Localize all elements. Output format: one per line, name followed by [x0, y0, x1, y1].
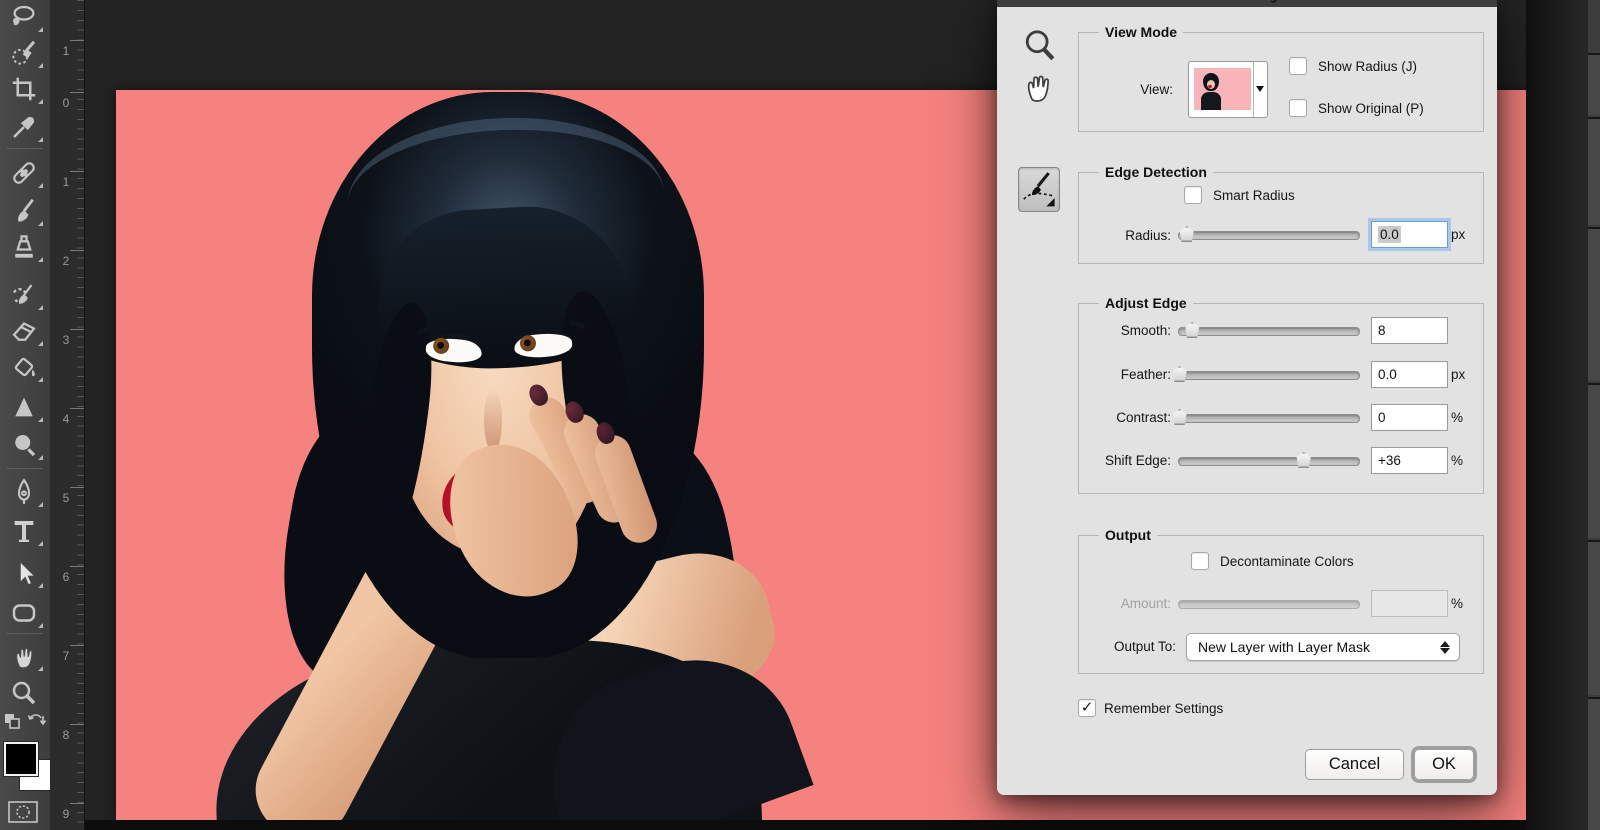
shift-edge-slider[interactable]	[1178, 457, 1360, 466]
eraser-tool-icon[interactable]	[9, 316, 39, 346]
select-updown-icon	[1440, 639, 1450, 656]
path-selection-tool-icon[interactable]	[9, 558, 39, 588]
lasso-tool-icon[interactable]	[9, 2, 39, 32]
dialog-zoom-tool-icon[interactable]	[1023, 28, 1057, 69]
adjust-edge-legend: Adjust Edge	[1099, 295, 1193, 311]
dialog-titlebar[interactable]: Refine Edge	[997, 0, 1497, 7]
output-to-label: Output To:	[1084, 639, 1176, 654]
cancel-button[interactable]: Cancel	[1305, 749, 1404, 780]
smart-radius-checkbox[interactable]	[1184, 186, 1202, 204]
smooth-label: Smooth:	[1089, 323, 1171, 338]
paint-bucket-tool-icon[interactable]	[9, 352, 39, 382]
crop-tool-icon[interactable]	[9, 74, 39, 104]
photoshop-workspace: 1 0 1 2 3 4 5 6 7 8 9	[0, 0, 1600, 830]
dropdown-arrow[interactable]	[1253, 62, 1267, 117]
show-radius-checkbox[interactable]	[1289, 57, 1307, 75]
sharpen-tool-icon[interactable]	[9, 392, 39, 422]
pen-tool-icon[interactable]	[9, 477, 39, 507]
ruler-minor-ticks	[77, 0, 84, 830]
radius-unit: px	[1451, 227, 1465, 242]
shift-edge-label: Shift Edge:	[1089, 453, 1171, 468]
zoom-tool-icon[interactable]	[9, 678, 39, 708]
view-thumbnail	[1194, 68, 1251, 110]
smooth-field[interactable]: 8	[1371, 317, 1448, 344]
feather-slider[interactable]	[1178, 371, 1360, 380]
swap-colors-icon[interactable]	[2, 710, 48, 740]
smooth-slider[interactable]	[1178, 327, 1360, 336]
radius-slider-knob[interactable]	[1178, 226, 1195, 242]
dodge-tool-icon[interactable]	[9, 430, 39, 460]
clone-stamp-tool-icon[interactable]	[9, 232, 39, 262]
radius-label: Radius:	[1089, 228, 1171, 243]
feather-field[interactable]: 0.0	[1371, 361, 1448, 388]
contrast-slider-knob[interactable]	[1171, 409, 1188, 425]
tool-palette	[0, 0, 51, 830]
brush-tool-icon[interactable]	[9, 196, 39, 226]
smooth-slider-knob[interactable]	[1184, 322, 1201, 338]
edge-detection-legend: Edge Detection	[1099, 164, 1213, 180]
remember-settings-label: Remember Settings	[1104, 701, 1223, 716]
amount-field	[1371, 590, 1448, 617]
shift-edge-field[interactable]: +36	[1371, 447, 1448, 474]
show-radius-label: Show Radius (J)	[1318, 59, 1417, 74]
output-to-value: New Layer with Layer Mask	[1198, 639, 1370, 655]
amount-label: Amount:	[1089, 596, 1171, 611]
output-legend: Output	[1099, 527, 1157, 543]
quick-selection-tool-icon[interactable]	[9, 38, 39, 68]
decontaminate-checkbox[interactable]	[1191, 552, 1209, 570]
quick-mask-icon[interactable]	[7, 800, 37, 830]
radius-field[interactable]: 0.0	[1371, 221, 1448, 248]
contrast-field[interactable]: 0	[1371, 404, 1448, 431]
amount-slider	[1178, 600, 1360, 609]
amount-unit: %	[1451, 596, 1463, 611]
contrast-slider[interactable]	[1178, 414, 1360, 423]
view-label: View:	[1109, 82, 1173, 97]
shift-edge-slider-knob[interactable]	[1295, 452, 1312, 468]
feather-slider-knob[interactable]	[1171, 366, 1188, 382]
shape-tool-icon[interactable]	[9, 598, 39, 628]
smart-radius-label: Smart Radius	[1213, 188, 1295, 203]
vertical-ruler: 1 0 1 2 3 4 5 6 7 8 9	[51, 0, 85, 830]
decontaminate-label: Decontaminate Colors	[1220, 554, 1354, 569]
view-mode-group: View Mode View: Show Radius (J) Show Ori…	[1078, 32, 1484, 132]
contrast-unit: %	[1451, 410, 1463, 425]
refine-radius-tool-button[interactable]	[1018, 167, 1060, 212]
output-group: Output Decontaminate Colors Amount: % Ou…	[1078, 535, 1484, 674]
edge-detection-group: Edge Detection Smart Radius Radius: 0.0 …	[1078, 172, 1484, 264]
output-to-select[interactable]: New Layer with Layer Mask	[1186, 633, 1460, 661]
healing-brush-tool-icon[interactable]	[9, 158, 39, 188]
dialog-title: Refine Edge	[997, 0, 1497, 3]
hand-tool-icon[interactable]	[9, 641, 39, 671]
show-original-label: Show Original (P)	[1318, 101, 1424, 116]
workspace-bottom-edge	[84, 820, 1526, 830]
view-mode-legend: View Mode	[1099, 24, 1183, 40]
view-thumbnail-dropdown[interactable]	[1188, 61, 1268, 118]
remember-settings-checkbox[interactable]: ✓	[1078, 699, 1096, 717]
show-original-checkbox[interactable]	[1289, 99, 1307, 117]
feather-label: Feather:	[1089, 367, 1171, 382]
radius-slider[interactable]	[1178, 231, 1360, 240]
ok-button[interactable]: OK	[1414, 749, 1474, 780]
type-tool-icon[interactable]	[9, 516, 39, 546]
panel-dock-edge[interactable]	[1588, 0, 1600, 830]
contrast-label: Contrast:	[1089, 410, 1171, 425]
refine-edge-dialog: Refine Edge View Mode View:	[997, 0, 1497, 795]
refine-radius-brush-icon	[1019, 168, 1057, 209]
foreground-color-swatch[interactable]	[4, 742, 38, 776]
shift-edge-unit: %	[1451, 453, 1463, 468]
adjust-edge-group: Adjust Edge Smooth: 8 Feather: 0.0 px Co…	[1078, 303, 1484, 494]
history-brush-tool-icon[interactable]	[9, 280, 39, 310]
eyedropper-tool-icon[interactable]	[9, 112, 39, 142]
dialog-hand-tool-icon[interactable]	[1019, 66, 1057, 111]
photo-nose	[484, 388, 502, 452]
feather-unit: px	[1451, 367, 1465, 382]
